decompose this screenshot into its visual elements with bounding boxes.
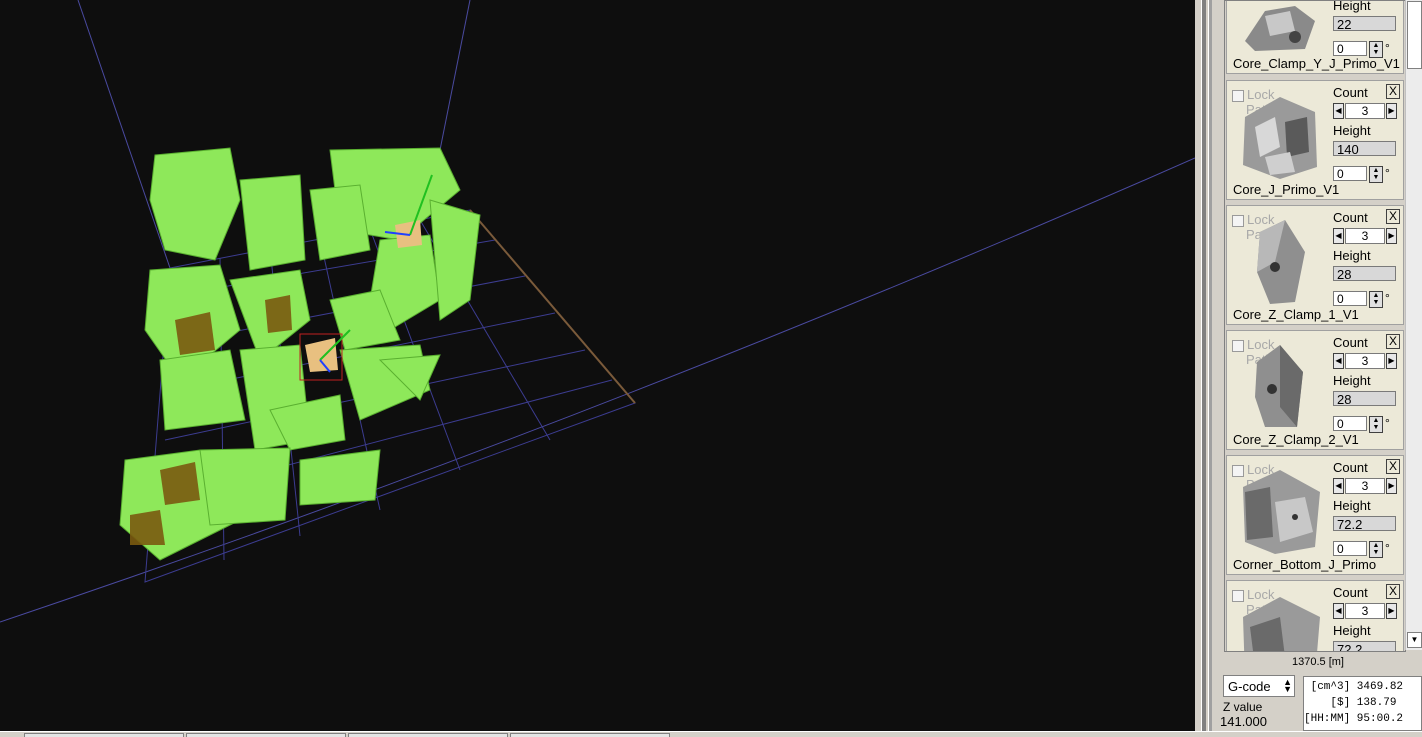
scroll-down-icon[interactable]: ▼ bbox=[1407, 632, 1422, 648]
degree-symbol: ° bbox=[1385, 166, 1390, 180]
splitter-grip-2 bbox=[1208, 0, 1212, 731]
z-value-label: Z value bbox=[1223, 700, 1263, 714]
left-arrow-icon[interactable]: ◀ bbox=[1333, 353, 1344, 369]
close-icon[interactable]: X bbox=[1386, 584, 1400, 599]
part-card: LockPaths X Count ◀ 3 ▶ Height 72.2 bbox=[1226, 580, 1404, 651]
bottom-tab[interactable] bbox=[510, 733, 670, 737]
count-stepper[interactable]: ◀ 3 ▶ bbox=[1333, 478, 1397, 494]
count-value[interactable]: 3 bbox=[1345, 228, 1385, 244]
angle-field[interactable]: 0 bbox=[1333, 41, 1367, 56]
part-card: LockPaths X Count ◀ 3 ▶ Height 140 0 ▲▼ … bbox=[1226, 80, 1404, 200]
angle-field[interactable]: 0 bbox=[1333, 541, 1367, 556]
part-name: Core_Z_Clamp_2_V1 bbox=[1233, 432, 1359, 447]
part-name: Core_Clamp_Y_J_Primo_V1 bbox=[1233, 56, 1400, 71]
right-arrow-icon[interactable]: ▶ bbox=[1386, 228, 1397, 244]
height-field[interactable]: 22 bbox=[1333, 16, 1396, 32]
count-value[interactable]: 3 bbox=[1345, 478, 1385, 494]
height-label: Height bbox=[1333, 123, 1371, 138]
right-arrow-icon[interactable]: ▶ bbox=[1386, 103, 1397, 119]
spin-updown-icon[interactable]: ▲ ▼ bbox=[1369, 166, 1383, 183]
degree-symbol: ° bbox=[1385, 291, 1390, 305]
print-stats-box: [cm^3] 3469.82 [$] 138.79 [HH:MM] 95:00.2 bbox=[1303, 676, 1422, 731]
count-label: Count bbox=[1333, 585, 1368, 600]
part-thumbnail bbox=[1257, 220, 1305, 304]
height-label: Height bbox=[1333, 0, 1371, 13]
count-value[interactable]: 3 bbox=[1345, 103, 1385, 119]
parts-list-scrollbar[interactable]: ▼ bbox=[1405, 0, 1422, 650]
scene-canvas bbox=[0, 0, 1195, 623]
panel-splitter[interactable] bbox=[1195, 0, 1222, 731]
height-field[interactable]: 72.2 bbox=[1333, 516, 1396, 532]
part-name: Corner_Bottom_J_Primo bbox=[1233, 557, 1377, 572]
angle-field[interactable]: 0 bbox=[1333, 416, 1367, 431]
filament-length-readout: 1370.5 [m] bbox=[1292, 656, 1344, 668]
count-label: Count bbox=[1333, 85, 1368, 100]
spin-updown-icon[interactable]: ▲ ▼ bbox=[1369, 541, 1383, 558]
scrollbar-thumb[interactable] bbox=[1407, 1, 1422, 69]
3d-viewport[interactable] bbox=[0, 0, 1195, 731]
parts-list: Height 22 0 ▲ ▼ ° Core_Clamp_Y_J_Primo_V1… bbox=[1224, 0, 1406, 652]
height-label: Height bbox=[1333, 498, 1371, 513]
close-icon[interactable]: X bbox=[1386, 84, 1400, 99]
close-icon[interactable]: X bbox=[1386, 334, 1400, 349]
close-icon[interactable]: X bbox=[1386, 459, 1400, 474]
count-stepper[interactable]: ◀ 3 ▶ bbox=[1333, 603, 1397, 619]
part-thumbnail bbox=[1245, 6, 1315, 51]
left-arrow-icon[interactable]: ◀ bbox=[1333, 103, 1344, 119]
height-field[interactable]: 72.2 bbox=[1333, 641, 1396, 651]
right-arrow-icon[interactable]: ▶ bbox=[1386, 603, 1397, 619]
degree-symbol: ° bbox=[1385, 541, 1390, 555]
bottom-tab[interactable] bbox=[186, 733, 346, 737]
spin-updown-icon: ▲ ▼ bbox=[1283, 677, 1292, 694]
right-arrow-icon[interactable]: ▶ bbox=[1386, 478, 1397, 494]
height-label: Height bbox=[1333, 373, 1371, 388]
part-card: LockPaths X Count ◀ 3 ▶ Height 28 0 ▲▼ °… bbox=[1226, 205, 1404, 325]
z-value: 141.000 bbox=[1220, 714, 1267, 729]
parts-panel: Height 22 0 ▲ ▼ ° Core_Clamp_Y_J_Primo_V1… bbox=[1220, 0, 1422, 731]
height-field[interactable]: 28 bbox=[1333, 266, 1396, 282]
count-value[interactable]: 3 bbox=[1345, 603, 1385, 619]
splitter-grip bbox=[1201, 0, 1206, 731]
spin-updown-icon[interactable]: ▲ ▼ bbox=[1369, 291, 1383, 308]
left-arrow-icon[interactable]: ◀ bbox=[1333, 603, 1344, 619]
height-label: Height bbox=[1333, 248, 1371, 263]
part-thumbnail bbox=[1243, 97, 1317, 179]
bottom-tab[interactable] bbox=[348, 733, 508, 737]
left-arrow-icon[interactable]: ◀ bbox=[1333, 228, 1344, 244]
part-thumbnail bbox=[1243, 597, 1320, 651]
part-thumbnail bbox=[1243, 470, 1320, 554]
count-label: Count bbox=[1333, 210, 1368, 225]
left-arrow-icon[interactable]: ◀ bbox=[1333, 478, 1344, 494]
part-thumbnail bbox=[1255, 345, 1303, 427]
count-stepper[interactable]: ◀ 3 ▶ bbox=[1333, 353, 1397, 369]
part-card: Height 22 0 ▲ ▼ ° Core_Clamp_Y_J_Primo_V1 bbox=[1226, 0, 1404, 74]
bottom-tab[interactable] bbox=[24, 733, 184, 737]
stats-volume: [cm^3] 3469.82 bbox=[1304, 681, 1404, 693]
count-label: Count bbox=[1333, 335, 1368, 350]
part-name: Core_Z_Clamp_1_V1 bbox=[1233, 307, 1359, 322]
part-name: Core_J_Primo_V1 bbox=[1233, 182, 1340, 197]
degree-symbol: ° bbox=[1385, 416, 1390, 430]
part-card: LockPaths X Count ◀ 3 ▶ Height 72.2 0 ▲▼… bbox=[1226, 455, 1404, 575]
output-format-select[interactable]: G-code ▲ ▼ bbox=[1223, 675, 1295, 697]
angle-field[interactable]: 0 bbox=[1333, 291, 1367, 306]
spin-updown-icon[interactable]: ▲ ▼ bbox=[1369, 416, 1383, 433]
count-value[interactable]: 3 bbox=[1345, 353, 1385, 369]
stats-time: [HH:MM] 95:00.2 bbox=[1304, 713, 1404, 725]
angle-field[interactable]: 0 bbox=[1333, 166, 1367, 181]
part-card: LockPaths X Count ◀ 3 ▶ Height 28 0 ▲▼ °… bbox=[1226, 330, 1404, 450]
height-label: Height bbox=[1333, 623, 1371, 638]
degree-symbol: ° bbox=[1385, 41, 1390, 55]
count-stepper[interactable]: ◀ 3 ▶ bbox=[1333, 103, 1397, 119]
output-format-value: G-code bbox=[1228, 679, 1271, 694]
count-stepper[interactable]: ◀ 3 ▶ bbox=[1333, 228, 1397, 244]
close-icon[interactable]: X bbox=[1386, 209, 1400, 224]
height-field[interactable]: 140 bbox=[1333, 141, 1396, 157]
right-arrow-icon[interactable]: ▶ bbox=[1386, 353, 1397, 369]
height-field[interactable]: 28 bbox=[1333, 391, 1396, 407]
stats-cost: [$] 138.79 bbox=[1304, 697, 1397, 709]
count-label: Count bbox=[1333, 460, 1368, 475]
